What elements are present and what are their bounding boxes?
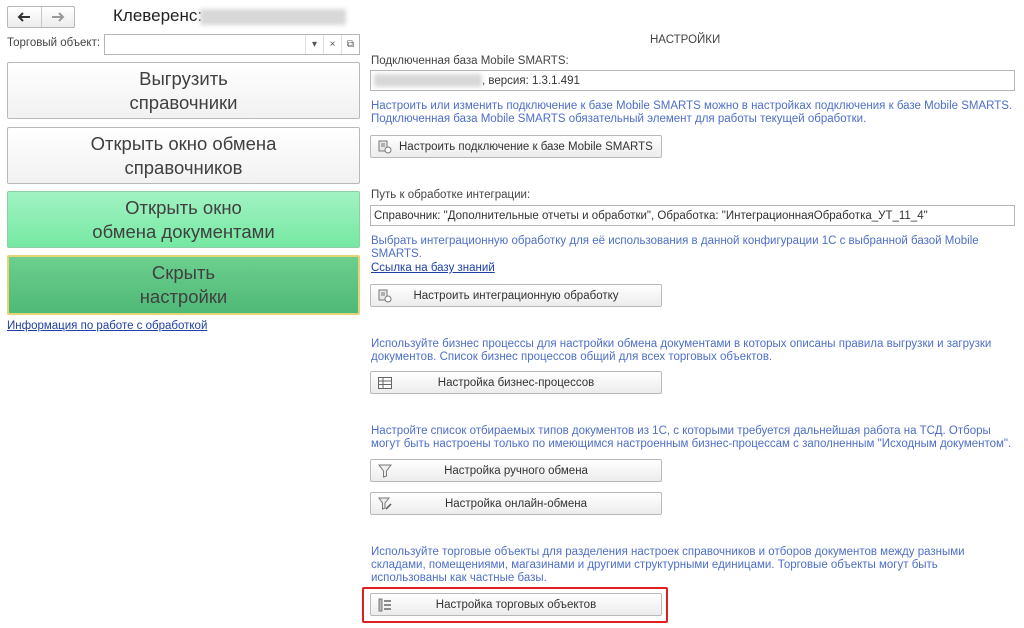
settings-heading: НАСТРОЙКИ [650,34,721,46]
window-title: Клеверенс: [113,6,203,25]
configure-db-connection-label: Настроить подключение к базе Mobile SMAR… [399,140,653,153]
business-process-hint: Используйте бизнес процессы для настройк… [371,338,992,363]
document-types-hint: Настройте список отбираемых типов докуме… [371,425,1012,450]
back-button[interactable] [8,7,41,27]
online-exchange-settings-button[interactable]: Настройка онлайн-обмена [370,492,662,515]
open-icon[interactable]: ⧉ [341,35,359,54]
doc-exchange-label-line2: обмена документами [92,220,275,242]
arrow-right-icon [51,12,65,22]
trade-objects-hint: Используйте торговые объекты для разделе… [371,546,965,584]
business-process-settings-label: Настройка бизнес-процессов [437,376,595,389]
export-references-button[interactable]: Выгрузить справочники [7,62,360,119]
db-version: , версия: 1.3.1.491 [482,74,580,87]
integration-path-label: Путь к обработке интеграции: [371,189,531,201]
dropdown-icon[interactable]: ▾ [305,35,323,54]
trade-object-label: Торговый объект: [7,37,101,49]
knowledge-base-link[interactable]: Ссылка на базу знаний [371,262,495,274]
business-process-settings-button[interactable]: Настройка бизнес-процессов [370,371,662,394]
manual-exchange-settings-label: Настройка ручного обмена [444,464,588,477]
configure-db-connection-button[interactable]: Настроить подключение к базе Mobile SMAR… [370,135,662,158]
connected-db-field: , версия: 1.3.1.491 [370,70,1015,91]
trade-objects-settings-button[interactable]: Настройка торговых объектов [370,593,662,616]
trade-objects-settings-label: Настройка торговых объектов [435,598,597,611]
integration-hint: Выбрать интеграционную обработку для её … [371,235,979,260]
manual-exchange-settings-button[interactable]: Настройка ручного обмена [370,459,662,482]
integration-path-field: Справочник: "Дополнительные отчеты и обр… [370,205,1015,226]
history-nav [7,6,75,28]
clear-icon[interactable]: × [323,35,341,54]
ref-exchange-label-line2: справочников [124,156,243,178]
arrow-left-icon [17,12,31,22]
hide-settings-button[interactable]: Скрыть настройки [7,255,360,315]
export-label-line2: справочники [129,91,238,113]
hide-settings-label-line2: настройки [139,286,228,307]
table-icon [373,376,397,389]
trade-object-input[interactable] [105,35,305,54]
forward-button[interactable] [40,7,75,27]
open-reference-exchange-button[interactable]: Открыть окно обмена справочников [7,127,360,184]
title-redacted [200,9,346,25]
online-exchange-settings-label: Настройка онлайн-обмена [444,497,588,510]
open-document-exchange-button[interactable]: Открыть окно обмена документами [7,191,360,248]
doc-exchange-label-line1: Открыть окно [125,196,242,218]
filter-edit-icon [373,497,397,511]
db-name-redacted [374,74,482,87]
settings-gear-icon [373,289,397,303]
trade-object-field[interactable]: ▾ × ⧉ [104,34,360,55]
ref-exchange-label-line1: Открыть окно обмена [90,132,277,154]
hide-settings-label-line1: Скрыть [151,262,216,283]
configure-integration-button[interactable]: Настроить интеграционную обработку [370,284,662,307]
export-label-line1: Выгрузить [139,67,228,89]
list-icon [373,598,397,612]
settings-gear-icon [373,140,397,154]
processing-info-link[interactable]: Информация по работе с обработкой [7,320,207,332]
db-hint: Настроить или изменить подключение к баз… [371,100,1013,125]
configure-integration-label: Настроить интеграционную обработку [413,289,619,302]
filter-icon [373,464,397,478]
connected-db-label: Подключенная база Mobile SMARTS: [371,55,569,67]
